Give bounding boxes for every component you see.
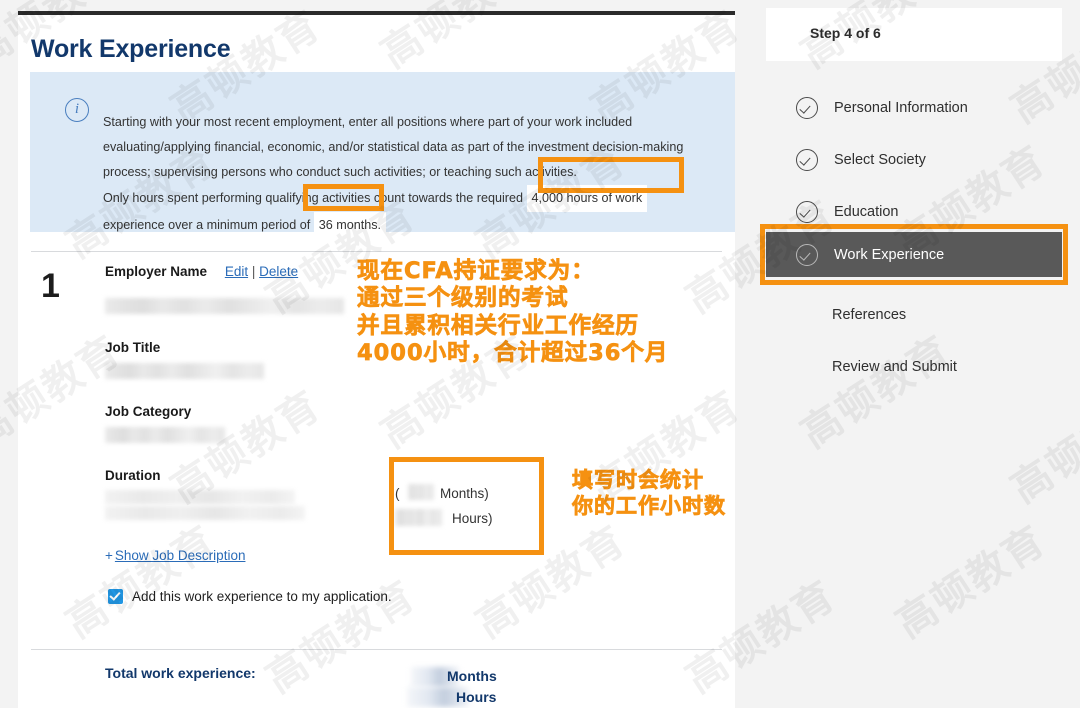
entry-hours-unit: Hours)	[452, 511, 493, 526]
employer-name-value	[105, 298, 344, 314]
highlight-36-months: 36 months.	[314, 212, 386, 239]
checkbox-checked-icon[interactable]	[108, 589, 123, 604]
employer-name-label-text: Employer Name	[105, 264, 207, 279]
sidebar-item-label: Personal Information	[834, 100, 968, 116]
duration-label: Duration	[105, 468, 161, 483]
edit-link[interactable]: Edit	[225, 264, 248, 279]
sidebar-item-label: Review and Submit	[832, 359, 957, 375]
add-experience-checkbox-label: Add this work experience to my applicati…	[132, 589, 392, 604]
screenshot-root: Work Experience i Starting with your mos…	[0, 0, 1080, 708]
show-job-description-label: Show Job Description	[115, 548, 246, 563]
info-paragraph-2-lead: Only hours spent performing qualifying a…	[103, 191, 523, 205]
info-circle-icon: i	[65, 98, 89, 122]
delete-link[interactable]: Delete	[259, 264, 298, 279]
check-circle-icon	[796, 149, 818, 171]
add-experience-checkbox-row[interactable]: Add this work experience to my applicati…	[108, 589, 392, 604]
duration-value-line2	[105, 506, 305, 520]
plus-icon: +	[105, 548, 113, 563]
total-months-unit: Months	[447, 668, 497, 684]
entry-months-unit: Months)	[440, 486, 489, 501]
page-title: Work Experience	[31, 35, 230, 64]
sidebar-item-work-experience[interactable]: Work Experience	[766, 232, 1062, 277]
divider-top	[31, 251, 722, 252]
entry-hours-value	[395, 509, 442, 526]
sidebar-item-review-and-submit[interactable]: Review and Submit	[766, 344, 1062, 389]
step-counter-label: Step 4 of 6	[810, 25, 881, 41]
info-paragraph-1: Starting with your most recent employmen…	[103, 110, 703, 185]
highlight-4000-hours: 4,000 hours of work	[527, 185, 648, 212]
divider-bottom	[31, 649, 722, 650]
sidebar-item-label: References	[832, 307, 906, 323]
sidebar-item-label: Work Experience	[834, 247, 944, 263]
total-experience-label: Total work experience:	[105, 665, 256, 681]
check-circle-icon	[796, 97, 818, 119]
entry-index: 1	[41, 267, 60, 306]
watermark-text: 高顿教育	[788, 319, 960, 459]
entry-months-value	[408, 484, 434, 500]
step-counter-box: Step 4 of 6	[766, 8, 1062, 61]
check-circle-icon	[796, 201, 818, 223]
show-job-description-toggle[interactable]: +Show Job Description	[105, 548, 245, 563]
job-title-label: Job Title	[105, 340, 160, 355]
entry-months-paren-open: (	[395, 486, 400, 501]
sidebar-item-education[interactable]: Education	[766, 189, 1062, 234]
watermark-text: 高顿教育	[883, 509, 1055, 649]
employer-name-label: Employer Name Edit | Delete	[105, 264, 298, 279]
job-category-value	[105, 427, 225, 443]
check-circle-icon	[796, 244, 818, 266]
watermark-text: 高顿教育	[998, 374, 1080, 514]
job-title-value	[105, 363, 264, 379]
sidebar-item-references[interactable]: References	[766, 292, 1062, 337]
duration-value-line1	[105, 490, 295, 504]
sidebar-item-select-society[interactable]: Select Society	[766, 137, 1062, 182]
annotation-note-hours-tally: 填写时会统计 你的工作小时数	[572, 468, 726, 519]
info-paragraph-2-mid: experience over a minimum period of	[103, 218, 310, 232]
info-paragraph-2: Only hours spent performing qualifying a…	[103, 185, 703, 239]
annotation-note-requirements: 现在CFA持证要求为： 通过三个级别的考试 并且累积相关行业工作经历 4000小…	[357, 258, 668, 368]
info-callout-text: Starting with your most recent employmen…	[103, 110, 703, 239]
sidebar-item-label: Education	[834, 204, 899, 220]
info-callout: i Starting with your most recent employm…	[30, 72, 735, 232]
sidebar-item-label: Select Society	[834, 152, 926, 168]
sidebar-item-personal-information[interactable]: Personal Information	[766, 85, 1062, 130]
total-hours-unit: Hours	[456, 689, 496, 705]
job-category-label: Job Category	[105, 404, 191, 419]
link-separator: |	[252, 264, 256, 279]
